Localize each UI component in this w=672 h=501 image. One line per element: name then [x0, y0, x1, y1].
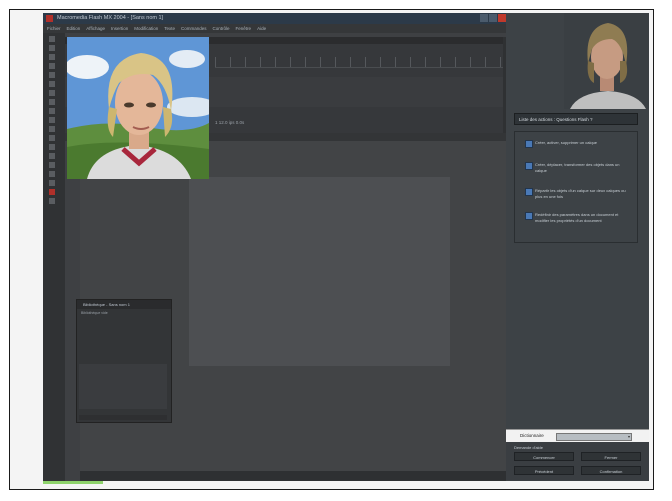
timeline-ruler[interactable] [215, 57, 505, 68]
help-panel: Liste des actions : Questions Flash ? Cr… [506, 13, 649, 481]
checkbox-icon[interactable] [525, 212, 533, 220]
confirm-button[interactable]: Confirmation [581, 466, 641, 475]
close-icon[interactable] [498, 14, 506, 22]
start-button[interactable]: Commencer [514, 452, 574, 461]
menu-item-texte[interactable]: Texte [164, 24, 175, 33]
close-button[interactable]: Fermer [581, 452, 641, 461]
library-subtitle: Bibliothèque vide [81, 311, 108, 315]
library-list[interactable] [79, 364, 167, 409]
checkbox-icon[interactable] [525, 162, 533, 170]
brush-tool-icon[interactable] [49, 117, 55, 123]
timeline-status: 1 12.0 ips 0.0s [215, 120, 245, 125]
help-topic-label: Créer, activer, supprimer un calque [535, 140, 598, 145]
character-thumbnail [564, 13, 649, 109]
help-topic-label: Créer, déplacer, transformer des objets … [535, 162, 620, 173]
fill-transform-tool-icon[interactable] [49, 135, 55, 141]
character-thumbnail-icon [564, 13, 649, 109]
help-topic-label: Répartir les objets d'un calque sur deux… [535, 188, 626, 199]
maximize-icon[interactable] [489, 14, 497, 22]
window-controls [480, 14, 506, 22]
library-title: Bibliothèque - Sans nom 1 [77, 300, 171, 309]
actions-area: Demande d'aide Commencer Fermer Précéden… [506, 442, 649, 481]
menu-item-commandes[interactable]: Commandes [181, 24, 207, 33]
text-tool-icon[interactable] [49, 81, 55, 87]
menu-item-controle[interactable]: Contrôle [213, 24, 230, 33]
lasso-tool-icon[interactable] [49, 63, 55, 69]
taskbar-strip [43, 481, 103, 484]
tools-panel [43, 33, 65, 481]
subselect-tool-icon[interactable] [49, 45, 55, 51]
library-panel: Bibliothèque - Sans nom 1 Bibliothèque v… [76, 299, 172, 423]
menu-item-affichage[interactable]: Affichage [86, 24, 105, 33]
menu-item-insertion[interactable]: Insertion [111, 24, 128, 33]
stage[interactable] [189, 177, 450, 366]
help-panel-header[interactable]: Liste des actions : Questions Flash ? [514, 113, 638, 125]
avatar [67, 37, 209, 179]
fill-color-icon[interactable] [49, 189, 55, 195]
dictionary-select[interactable]: ▾ [556, 433, 632, 441]
oval-tool-icon[interactable] [49, 90, 55, 96]
previous-button[interactable]: Précédent [514, 466, 574, 475]
title-bar: Macromedia Flash MX 2004 - [Sans nom 1] [43, 13, 508, 24]
pen-tool-icon[interactable] [49, 72, 55, 78]
menu-item-fichier[interactable]: Fichier [47, 24, 61, 33]
menu-item-fenetre[interactable]: Fenêtre [236, 24, 252, 33]
avatar-portrait-icon [67, 37, 209, 179]
checkbox-icon[interactable] [525, 140, 533, 148]
free-transform-tool-icon[interactable] [49, 126, 55, 132]
line-tool-icon[interactable] [49, 54, 55, 60]
window-title: Macromedia Flash MX 2004 - [Sans nom 1] [57, 15, 164, 21]
paint-bucket-tool-icon[interactable] [49, 153, 55, 159]
arrow-tool-icon[interactable] [49, 36, 55, 42]
menu-item-aide[interactable]: Aide [257, 24, 266, 33]
eraser-tool-icon[interactable] [49, 171, 55, 177]
menu-item-edition[interactable]: Edition [67, 24, 81, 33]
ink-bottle-tool-icon[interactable] [49, 144, 55, 150]
status-bar [80, 471, 508, 481]
dictionary-label: Dictionnaire [520, 433, 544, 438]
menu-bar: Fichier Edition Affichage Insertion Modi… [43, 24, 508, 33]
checkbox-icon[interactable] [525, 188, 533, 196]
library-footer [79, 415, 167, 420]
rectangle-tool-icon[interactable] [49, 99, 55, 105]
minimize-icon[interactable] [480, 14, 488, 22]
actions-title: Demande d'aide [514, 445, 544, 450]
swap-colors-icon[interactable] [49, 198, 55, 204]
pencil-tool-icon[interactable] [49, 108, 55, 114]
help-topic-list: Créer, activer, supprimer un calque Crée… [514, 131, 638, 243]
menu-item-modification[interactable]: Modification [134, 24, 158, 33]
hand-tool-icon[interactable] [49, 180, 55, 186]
chevron-down-icon[interactable]: ▾ [628, 434, 630, 440]
eyedropper-tool-icon[interactable] [49, 162, 55, 168]
dictionary-bar: Dictionnaire ▾ [506, 429, 649, 442]
app-logo-icon [46, 15, 53, 22]
help-topic-label: Redéfinir des paramètres dans un documen… [535, 212, 619, 223]
